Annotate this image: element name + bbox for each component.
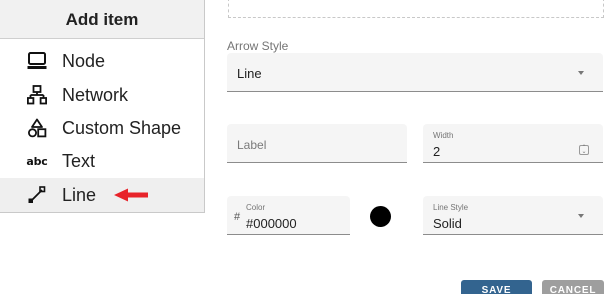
red-arrow-icon xyxy=(114,188,150,202)
chevron-down-icon xyxy=(578,71,584,75)
network-icon xyxy=(27,85,47,105)
text-abc-glyph: abc xyxy=(26,154,48,168)
number-stepper-icon[interactable]: ⌃ ⌄ xyxy=(579,145,589,155)
menu-item-network[interactable]: Network xyxy=(0,78,204,112)
computer-icon xyxy=(27,51,47,71)
menu-title: Add item xyxy=(0,0,204,38)
label-input[interactable]: Label xyxy=(227,124,407,163)
menu-item-label: Line xyxy=(62,184,97,205)
color-hash-prefix: # xyxy=(234,211,241,223)
menu-item-line[interactable]: Line xyxy=(0,178,204,212)
width-value: 2 xyxy=(433,144,441,159)
menu-item-custom-shape[interactable]: Custom Shape xyxy=(0,111,204,145)
color-label: Color xyxy=(246,203,266,212)
add-item-menu: Add item Node Network Custom Shape abc T… xyxy=(0,0,205,213)
color-swatch[interactable] xyxy=(370,206,391,227)
label-placeholder: Label xyxy=(237,138,267,152)
chevron-down-icon xyxy=(578,214,584,218)
save-button[interactable]: SAVE xyxy=(461,280,532,294)
menu-item-node[interactable]: Node xyxy=(0,44,204,78)
line-style-label: Line Style xyxy=(433,203,469,212)
menu-divider xyxy=(0,38,204,39)
menu-item-label: Node xyxy=(62,50,106,71)
shapes-icon xyxy=(27,118,47,138)
width-label: Width xyxy=(433,131,454,140)
menu-item-text[interactable]: abc Text xyxy=(0,144,204,178)
line-style-select[interactable]: Line Style Solid xyxy=(423,196,603,235)
menu-item-label: Text xyxy=(62,150,96,171)
arrow-style-select[interactable]: Line xyxy=(227,53,603,92)
cancel-button[interactable]: CANCEL xyxy=(542,280,604,294)
line-style-value: Solid xyxy=(433,216,462,231)
color-value: #000000 xyxy=(246,216,297,231)
menu-item-label: Custom Shape xyxy=(62,117,182,138)
text-abc-icon: abc xyxy=(26,151,48,171)
arrow-style-label: Arrow Style xyxy=(227,39,289,53)
line-icon xyxy=(27,185,47,205)
menu-item-label: Network xyxy=(62,84,129,105)
drop-zone-frame xyxy=(228,0,604,18)
arrow-style-value: Line xyxy=(237,66,262,81)
color-input[interactable]: # Color #000000 xyxy=(227,196,350,235)
width-input[interactable]: Width 2 ⌃ ⌄ xyxy=(423,124,603,163)
